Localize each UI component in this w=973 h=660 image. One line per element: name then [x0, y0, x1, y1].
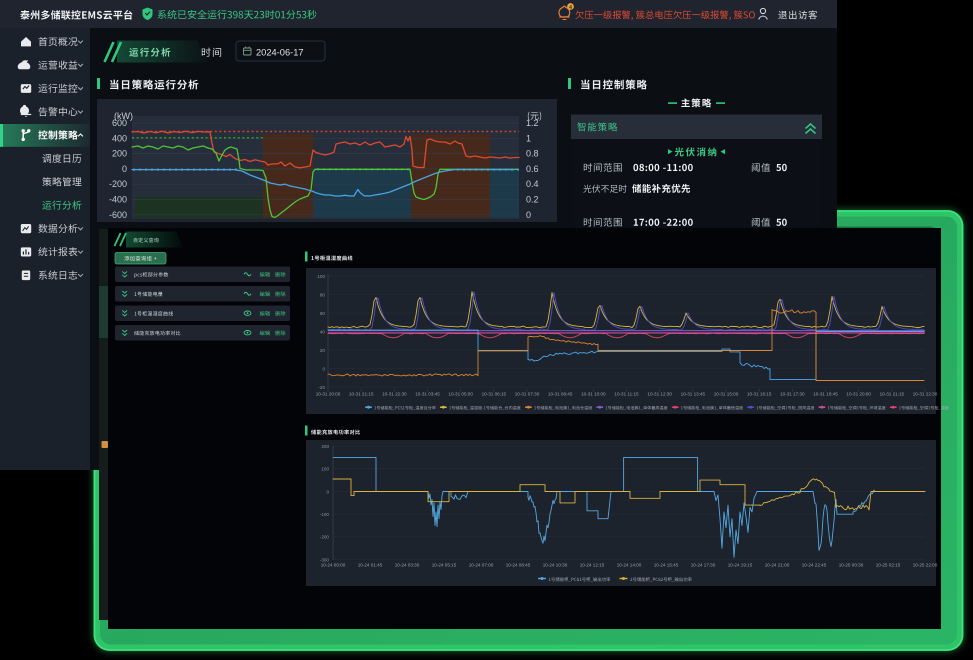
- svg-text:10-31 21:15: 10-31 21:15: [349, 392, 374, 397]
- svg-text:40: 40: [320, 329, 326, 334]
- svg-text:10-24 07:00: 10-24 07:00: [469, 563, 494, 568]
- svg-text:10-31 15:00: 10-31 15:00: [714, 392, 739, 397]
- svg-text:10-24 21:00: 10-24 21:00: [765, 563, 790, 568]
- svg-text:20: 20: [320, 348, 326, 353]
- svg-text:10-31 18:45: 10-31 18:45: [813, 392, 838, 397]
- svg-text:-600: -600: [109, 210, 127, 220]
- svg-text:-200: -200: [109, 179, 127, 189]
- svg-text:10-24 05:15: 10-24 05:15: [432, 563, 457, 568]
- svg-text:10-31 20:00: 10-31 20:00: [846, 392, 871, 397]
- svg-text:10-31 12:30: 10-31 12:30: [647, 392, 672, 397]
- svg-text:10-31 07:30: 10-31 07:30: [515, 392, 540, 397]
- svg-text:-20: -20: [318, 385, 325, 390]
- svg-text:10-24 17:30: 10-24 17:30: [691, 563, 716, 568]
- svg-text:10-24 10:30: 10-24 10:30: [543, 563, 568, 568]
- svg-text:10-25 02:15: 10-25 02:15: [876, 563, 901, 568]
- svg-text:10-25 00:30: 10-25 00:30: [839, 563, 864, 568]
- svg-text:0.8: 0.8: [526, 149, 539, 159]
- svg-text:10-24 12:15: 10-24 12:15: [580, 563, 605, 568]
- svg-text:-100: -100: [320, 512, 330, 517]
- svg-text:200: 200: [321, 444, 329, 449]
- svg-text:60: 60: [320, 311, 326, 316]
- svg-text:400: 400: [112, 133, 127, 143]
- svg-text:10-24 01:45: 10-24 01:45: [358, 563, 383, 568]
- svg-text:10-31 10:00: 10-31 10:00: [581, 392, 606, 397]
- svg-text:10-31 20:00: 10-31 20:00: [316, 392, 341, 397]
- svg-text:10-31 05:00: 10-31 05:00: [448, 392, 473, 397]
- svg-text:10-24 00:00: 10-24 00:00: [321, 563, 346, 568]
- svg-text:10-24 19:15: 10-24 19:15: [728, 563, 753, 568]
- svg-text:0: 0: [122, 164, 127, 174]
- svg-text:10-31 17:30: 10-31 17:30: [780, 392, 805, 397]
- svg-text:10-31 22:30: 10-31 22:30: [913, 392, 938, 397]
- svg-text:-200: -200: [320, 535, 330, 540]
- svg-text:10-31 03:45: 10-31 03:45: [415, 392, 440, 397]
- svg-text:100: 100: [317, 274, 325, 279]
- svg-text:10-24 08:45: 10-24 08:45: [506, 563, 531, 568]
- svg-text:0: 0: [322, 366, 325, 371]
- svg-text:10-31 13:45: 10-31 13:45: [681, 392, 706, 397]
- svg-text:100: 100: [321, 467, 329, 472]
- svg-text:(kW): (kW): [114, 111, 133, 121]
- svg-text:0.4: 0.4: [526, 179, 539, 189]
- svg-text:10-31 21:15: 10-31 21:15: [880, 392, 905, 397]
- svg-text:0.6: 0.6: [526, 164, 539, 174]
- svg-text:2024-06-17: 2024-06-17: [256, 47, 304, 57]
- svg-text:10-25 22:00: 10-25 22:00: [913, 563, 938, 568]
- svg-text:0: 0: [326, 489, 329, 494]
- svg-text:10-24 14:00: 10-24 14:00: [617, 563, 642, 568]
- svg-text:10-31 06:15: 10-31 06:15: [482, 392, 507, 397]
- svg-text:10-31 22:30: 10-31 22:30: [382, 392, 407, 397]
- svg-text:10-31 08:45: 10-31 08:45: [548, 392, 573, 397]
- svg-text:80: 80: [320, 292, 326, 297]
- svg-text:0: 0: [526, 210, 531, 220]
- svg-text:-400: -400: [109, 195, 127, 205]
- svg-text:10-31 16:15: 10-31 16:15: [747, 392, 772, 397]
- svg-text:10-31 11:15: 10-31 11:15: [614, 392, 639, 397]
- svg-text:200: 200: [112, 149, 127, 159]
- svg-text:10-24 03:30: 10-24 03:30: [395, 563, 420, 568]
- svg-text:10-24 22:45: 10-24 22:45: [802, 563, 827, 568]
- svg-text:1: 1: [526, 133, 531, 143]
- svg-text:0.2: 0.2: [526, 195, 539, 205]
- svg-text:10-24 15:45: 10-24 15:45: [654, 563, 679, 568]
